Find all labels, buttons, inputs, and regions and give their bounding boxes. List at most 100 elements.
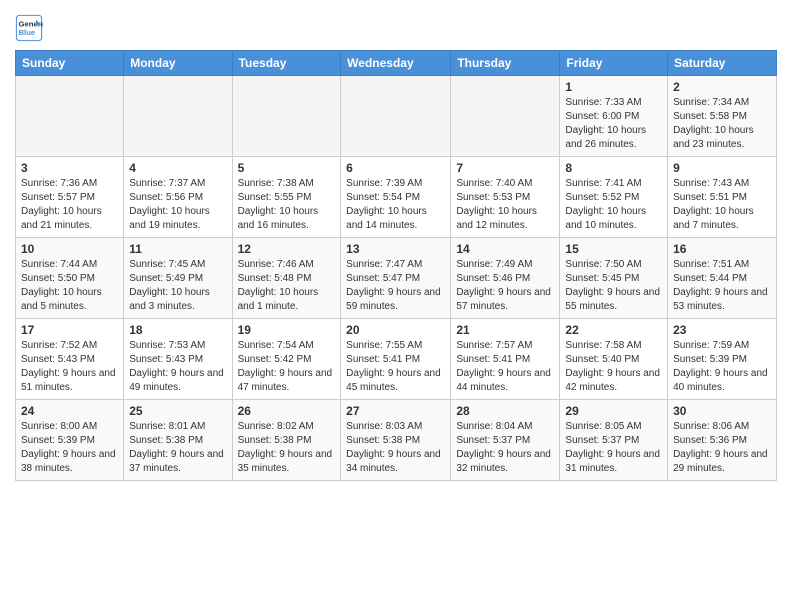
day-info: Sunrise: 7:59 AMSunset: 5:39 PMDaylight:…	[673, 339, 771, 395]
calendar-cell: 19 Sunrise: 7:54 AMSunset: 5:42 PMDayligh…	[232, 319, 341, 400]
weekday-header-saturday: Saturday	[668, 51, 777, 76]
day-number: 23	[673, 323, 771, 337]
day-number: 21	[456, 323, 554, 337]
day-info: Sunrise: 8:04 AMSunset: 5:37 PMDaylight:…	[456, 420, 554, 476]
day-number: 10	[21, 242, 118, 256]
day-number: 26	[238, 404, 336, 418]
day-info: Sunrise: 8:02 AMSunset: 5:38 PMDaylight:…	[238, 420, 336, 476]
day-info: Sunrise: 7:50 AMSunset: 5:45 PMDaylight:…	[565, 258, 662, 314]
logo-icon: General Blue	[15, 14, 43, 42]
day-info: Sunrise: 7:46 AMSunset: 5:48 PMDaylight:…	[238, 258, 336, 314]
calendar-cell: 14Sunrise: 7:49 AMSunset: 5:46 PMDayligh…	[451, 238, 560, 319]
day-info: Sunrise: 7:38 AMSunset: 5:55 PMDaylight:…	[238, 177, 336, 233]
calendar-cell: 8Sunrise: 7:41 AMSunset: 5:52 PMDaylight…	[560, 157, 668, 238]
day-info: Sunrise: 7:52 AMSunset: 5:43 PMDaylight:…	[21, 339, 118, 395]
calendar-cell: 9 Sunrise: 7:43 AMSunset: 5:51 PMDaylight…	[668, 157, 777, 238]
day-info: Sunrise: 7:40 AMSunset: 5:53 PMDaylight:…	[456, 177, 554, 233]
day-number: 12	[238, 242, 336, 256]
day-info: Sunrise: 7:33 AMSunset: 6:00 PMDaylight:…	[565, 96, 662, 152]
day-number: 13	[346, 242, 445, 256]
calendar-cell: 3Sunrise: 7:36 AMSunset: 5:57 PMDaylight…	[16, 157, 124, 238]
day-info: Sunrise: 7:39 AMSunset: 5:54 PMDaylight:…	[346, 177, 445, 233]
day-number: 7	[456, 161, 554, 175]
calendar-cell: 5 Sunrise: 7:38 AMSunset: 5:55 PMDaylight…	[232, 157, 341, 238]
day-number: 22	[565, 323, 662, 337]
day-info: Sunrise: 7:37 AMSunset: 5:56 PMDaylight:…	[129, 177, 226, 233]
calendar-cell	[124, 76, 232, 157]
calendar-cell: 4 Sunrise: 7:37 AMSunset: 5:56 PMDaylight…	[124, 157, 232, 238]
week-row-2: 3Sunrise: 7:36 AMSunset: 5:57 PMDaylight…	[16, 157, 777, 238]
weekday-header-sunday: Sunday	[16, 51, 124, 76]
day-number: 16	[673, 242, 771, 256]
weekday-header-row: SundayMondayTuesdayWednesdayThursdayFrid…	[16, 51, 777, 76]
day-info: Sunrise: 8:03 AMSunset: 5:38 PMDaylight:…	[346, 420, 445, 476]
weekday-header-monday: Monday	[124, 51, 232, 76]
calendar-cell: 13 Sunrise: 7:47 AMSunset: 5:47 PMDayligh…	[341, 238, 451, 319]
day-info: Sunrise: 7:36 AMSunset: 5:57 PMDaylight:…	[21, 177, 118, 233]
calendar-cell: 23 Sunrise: 7:59 AMSunset: 5:39 PMDayligh…	[668, 319, 777, 400]
day-info: Sunrise: 7:43 AMSunset: 5:51 PMDaylight:…	[673, 177, 771, 233]
day-number: 24	[21, 404, 118, 418]
calendar-cell: 17 Sunrise: 7:52 AMSunset: 5:43 PMDayligh…	[16, 319, 124, 400]
week-row-5: 24 Sunrise: 8:00 AMSunset: 5:39 PMDayligh…	[16, 400, 777, 481]
calendar-cell: 10 Sunrise: 7:44 AMSunset: 5:50 PMDayligh…	[16, 238, 124, 319]
day-number: 17	[21, 323, 118, 337]
day-info: Sunrise: 7:47 AMSunset: 5:47 PMDaylight:…	[346, 258, 445, 314]
day-info: Sunrise: 7:44 AMSunset: 5:50 PMDaylight:…	[21, 258, 118, 314]
calendar-cell: 28 Sunrise: 8:04 AMSunset: 5:37 PMDayligh…	[451, 400, 560, 481]
weekday-header-tuesday: Tuesday	[232, 51, 341, 76]
calendar-cell: 2 Sunrise: 7:34 AMSunset: 5:58 PMDaylight…	[668, 76, 777, 157]
week-row-3: 10 Sunrise: 7:44 AMSunset: 5:50 PMDayligh…	[16, 238, 777, 319]
header: General Blue	[15, 10, 777, 42]
calendar-cell: 30 Sunrise: 8:06 AMSunset: 5:36 PMDayligh…	[668, 400, 777, 481]
calendar-cell	[451, 76, 560, 157]
calendar-cell: 22 Sunrise: 7:58 AMSunset: 5:40 PMDayligh…	[560, 319, 668, 400]
day-number: 28	[456, 404, 554, 418]
calendar-cell	[341, 76, 451, 157]
day-info: Sunrise: 8:06 AMSunset: 5:36 PMDaylight:…	[673, 420, 771, 476]
day-number: 27	[346, 404, 445, 418]
day-number: 18	[129, 323, 226, 337]
calendar-cell: 26 Sunrise: 8:02 AMSunset: 5:38 PMDayligh…	[232, 400, 341, 481]
day-number: 15	[565, 242, 662, 256]
calendar-cell	[16, 76, 124, 157]
calendar-cell: 16 Sunrise: 7:51 AMSunset: 5:44 PMDayligh…	[668, 238, 777, 319]
calendar-cell: 11Sunrise: 7:45 AMSunset: 5:49 PMDayligh…	[124, 238, 232, 319]
day-info: Sunrise: 7:55 AMSunset: 5:41 PMDaylight:…	[346, 339, 445, 395]
day-number: 14	[456, 242, 554, 256]
day-number: 29	[565, 404, 662, 418]
calendar-cell: 25Sunrise: 8:01 AMSunset: 5:38 PMDayligh…	[124, 400, 232, 481]
logo: General Blue	[15, 14, 45, 42]
day-number: 20	[346, 323, 445, 337]
calendar-cell: 12 Sunrise: 7:46 AMSunset: 5:48 PMDayligh…	[232, 238, 341, 319]
day-info: Sunrise: 7:34 AMSunset: 5:58 PMDaylight:…	[673, 96, 771, 152]
calendar-cell: 29 Sunrise: 8:05 AMSunset: 5:37 PMDayligh…	[560, 400, 668, 481]
day-info: Sunrise: 7:57 AMSunset: 5:41 PMDaylight:…	[456, 339, 554, 395]
weekday-header-thursday: Thursday	[451, 51, 560, 76]
weekday-header-wednesday: Wednesday	[341, 51, 451, 76]
week-row-4: 17 Sunrise: 7:52 AMSunset: 5:43 PMDayligh…	[16, 319, 777, 400]
day-number: 30	[673, 404, 771, 418]
calendar-cell	[232, 76, 341, 157]
calendar-table: SundayMondayTuesdayWednesdayThursdayFrid…	[15, 50, 777, 481]
day-number: 9	[673, 161, 771, 175]
calendar-cell: 1Sunrise: 7:33 AMSunset: 6:00 PMDaylight…	[560, 76, 668, 157]
calendar-cell: 24 Sunrise: 8:00 AMSunset: 5:39 PMDayligh…	[16, 400, 124, 481]
day-number: 2	[673, 80, 771, 94]
day-info: Sunrise: 7:54 AMSunset: 5:42 PMDaylight:…	[238, 339, 336, 395]
day-info: Sunrise: 8:00 AMSunset: 5:39 PMDaylight:…	[21, 420, 118, 476]
day-number: 5	[238, 161, 336, 175]
calendar-cell: 21 Sunrise: 7:57 AMSunset: 5:41 PMDayligh…	[451, 319, 560, 400]
day-info: Sunrise: 7:41 AMSunset: 5:52 PMDaylight:…	[565, 177, 662, 233]
calendar-cell: 18Sunrise: 7:53 AMSunset: 5:43 PMDayligh…	[124, 319, 232, 400]
svg-text:Blue: Blue	[19, 28, 36, 37]
day-info: Sunrise: 7:51 AMSunset: 5:44 PMDaylight:…	[673, 258, 771, 314]
day-number: 19	[238, 323, 336, 337]
day-info: Sunrise: 7:58 AMSunset: 5:40 PMDaylight:…	[565, 339, 662, 395]
day-number: 6	[346, 161, 445, 175]
day-number: 4	[129, 161, 226, 175]
day-info: Sunrise: 7:45 AMSunset: 5:49 PMDaylight:…	[129, 258, 226, 314]
day-number: 25	[129, 404, 226, 418]
day-info: Sunrise: 8:05 AMSunset: 5:37 PMDaylight:…	[565, 420, 662, 476]
calendar-cell: 27 Sunrise: 8:03 AMSunset: 5:38 PMDayligh…	[341, 400, 451, 481]
